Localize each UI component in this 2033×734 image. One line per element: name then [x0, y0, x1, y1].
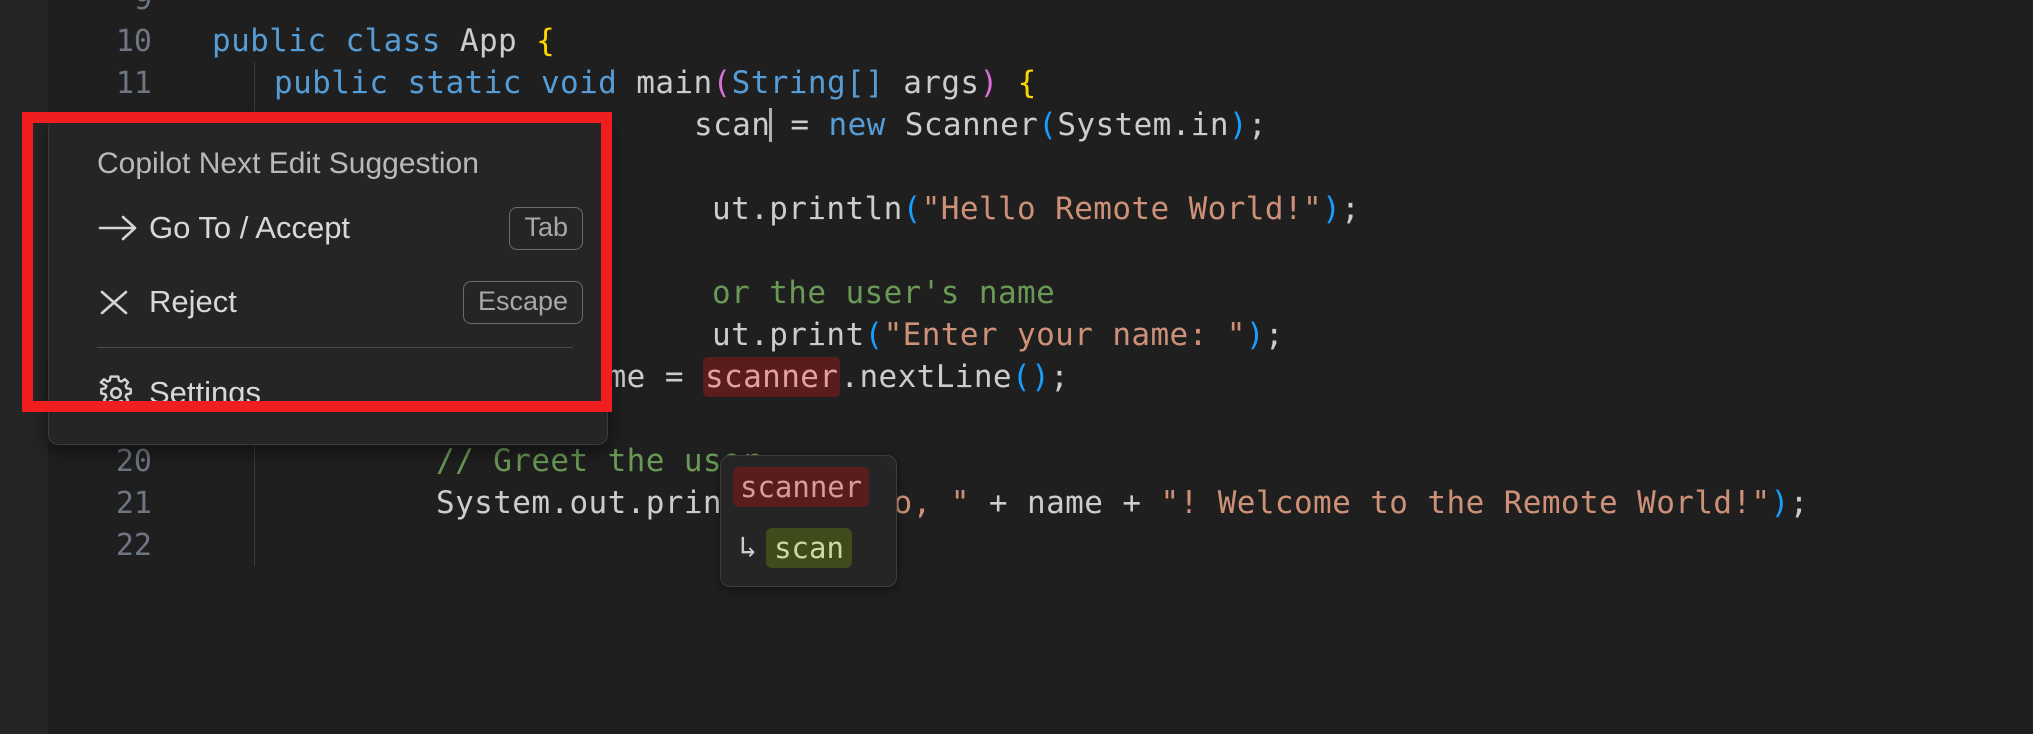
- line-number: 21: [48, 486, 170, 521]
- code-content: System.out.println("Hello, " + name + "!…: [436, 485, 1809, 521]
- editor-screenshot: 9 10 public class App { 11 public static…: [0, 0, 2033, 734]
- nes-removed-token: scanner: [703, 357, 840, 397]
- code-content: public static void main(String[] args) {: [274, 65, 1037, 101]
- menu-item-label: Settings: [149, 375, 583, 411]
- token-semicolon: ;: [1248, 107, 1267, 143]
- code-content: scan = new Scanner(System.in);: [694, 107, 1267, 143]
- line-number: 11: [48, 66, 170, 101]
- token-string: "Enter your name: ": [884, 317, 1246, 353]
- code-line[interactable]: 21 System.out.println("Hello, " + name +…: [48, 482, 2033, 524]
- window-left-edge: [0, 0, 48, 734]
- menu-separator: [97, 347, 573, 348]
- code-content: public class App {: [212, 23, 555, 59]
- line-number: 20: [48, 444, 170, 479]
- code-line[interactable]: 22: [48, 524, 2033, 566]
- token-string: "Hello Remote World!": [922, 191, 1322, 227]
- line-number: 22: [48, 528, 170, 563]
- token-type: App: [460, 23, 517, 59]
- token-operator: =: [790, 107, 809, 143]
- token-keyword: public: [212, 23, 326, 59]
- token-paren: ): [1031, 359, 1050, 395]
- line-number: 10: [48, 24, 170, 59]
- token-brace: {: [536, 23, 555, 59]
- token-paren: ): [979, 65, 998, 101]
- menu-item-label: Reject: [149, 284, 463, 320]
- nes-diff-tooltip[interactable]: scanner ↳ scan: [720, 455, 897, 587]
- token-class: Scanner: [905, 107, 1038, 143]
- token-call: ut.println: [712, 191, 903, 227]
- token-param: args: [903, 65, 979, 101]
- token-method: .nextLine: [840, 359, 1012, 395]
- text-cursor: [769, 108, 772, 142]
- code-comment: // Greet the user: [436, 443, 760, 479]
- token-semicolon: ;: [1790, 485, 1809, 521]
- token-semicolon: ;: [1050, 359, 1069, 395]
- line-number: 9: [48, 0, 170, 17]
- token-paren: (: [713, 65, 732, 101]
- token-paren: ): [1246, 317, 1265, 353]
- token-paren: (: [865, 317, 884, 353]
- indent-guide: [254, 440, 255, 482]
- corner-arrow-icon: ↳: [739, 533, 757, 563]
- token-function: main: [636, 65, 712, 101]
- indent-guide: [254, 482, 255, 524]
- code-content: ut.print("Enter your name: ");: [712, 317, 1284, 353]
- nes-removed-text: scanner: [733, 467, 869, 507]
- token-call: ut.print: [712, 317, 865, 353]
- close-x-icon: [97, 287, 149, 317]
- menu-item-goto-accept[interactable]: Go To / Accept Tab: [49, 191, 607, 265]
- token-keyword: class: [345, 23, 440, 59]
- menu-item-label: Go To / Accept: [149, 210, 509, 246]
- keybinding-badge-tab: Tab: [509, 207, 583, 250]
- token-expression: System.in: [1057, 107, 1229, 143]
- nes-added-text: scan: [766, 528, 852, 568]
- token-brace: {: [1018, 65, 1037, 101]
- token-keyword: public: [274, 65, 388, 101]
- token-paren: ): [1229, 107, 1248, 143]
- code-line[interactable]: 20 // Greet the user: [48, 440, 2033, 482]
- indent-guide: [254, 62, 255, 104]
- token-keyword: void: [541, 65, 617, 101]
- code-line[interactable]: 10 public class App {: [48, 20, 2033, 62]
- copilot-nes-menu[interactable]: Copilot Next Edit Suggestion Go To / Acc…: [48, 118, 608, 445]
- token-paren: ): [1771, 485, 1790, 521]
- token-operator: =: [665, 359, 684, 395]
- token-keyword: static: [407, 65, 521, 101]
- token-operator: +: [1122, 485, 1141, 521]
- indent-guide: [254, 524, 255, 566]
- token-string: "! Welcome to the Remote World!": [1161, 485, 1771, 521]
- menu-item-reject[interactable]: Reject Escape: [49, 265, 607, 339]
- menu-item-settings[interactable]: Settings: [49, 356, 607, 430]
- gear-icon: [97, 374, 149, 412]
- nes-added-row: ↳ scan: [739, 528, 852, 568]
- token-type: String[]: [732, 65, 885, 101]
- token-paren: (: [1012, 359, 1031, 395]
- token-keyword: new: [829, 107, 886, 143]
- token-paren: (: [1038, 107, 1057, 143]
- keybinding-badge-escape: Escape: [463, 281, 583, 324]
- token-semicolon: ;: [1265, 317, 1284, 353]
- token-identifier: name: [1027, 485, 1103, 521]
- code-line[interactable]: 11 public static void main(String[] args…: [48, 62, 2033, 104]
- code-content: ut.println("Hello Remote World!");: [712, 191, 1360, 227]
- menu-title: Copilot Next Edit Suggestion: [49, 119, 607, 191]
- token-identifier: scan: [694, 107, 770, 143]
- code-line[interactable]: 9: [48, 0, 2033, 20]
- token-paren: (: [903, 191, 922, 227]
- arrow-right-icon: [97, 213, 149, 243]
- code-comment: or the user's name: [712, 275, 1055, 311]
- token-paren: ): [1322, 191, 1341, 227]
- token-semicolon: ;: [1341, 191, 1360, 227]
- token-operator: +: [989, 485, 1008, 521]
